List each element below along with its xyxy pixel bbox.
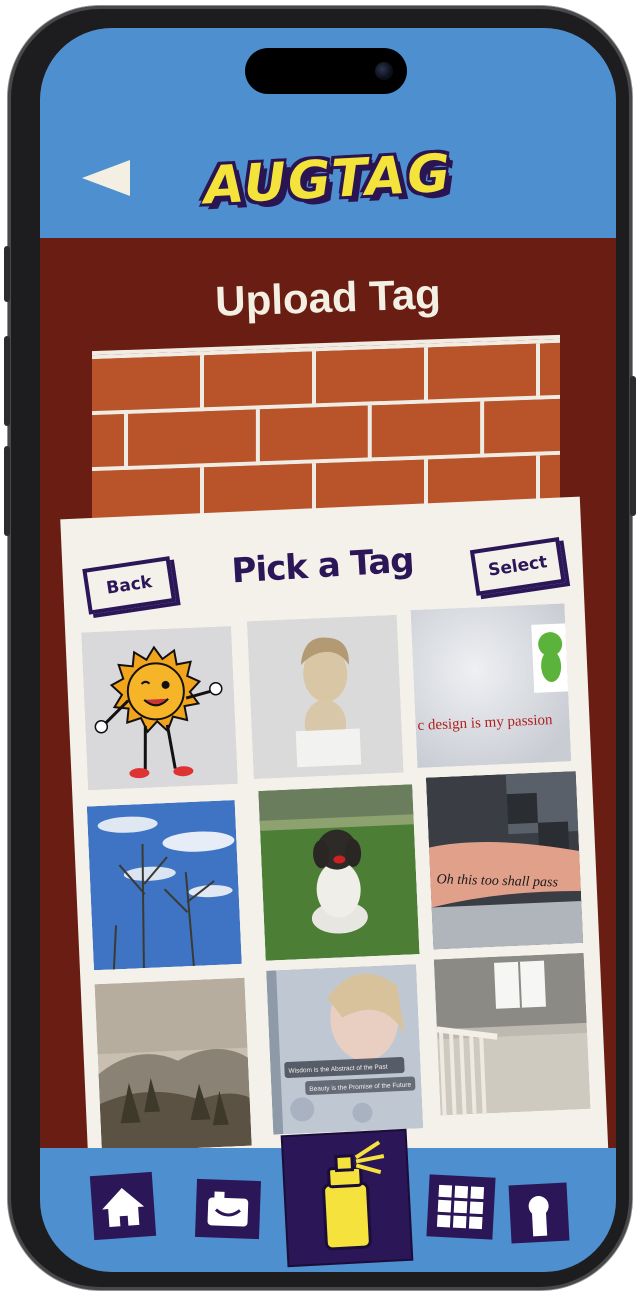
greek-bust-image [246,614,404,780]
picker-title: Pick a Tag [230,540,415,592]
back-arrow-icon[interactable] [82,160,130,196]
tag-tile-watercolor-landscape[interactable] [94,977,252,1153]
tag-tile-dog-lawn[interactable] [258,784,420,961]
tag-tile-greek-bust[interactable] [246,614,404,780]
app-logo: AUGTAG [202,143,454,217]
profile-icon [528,1196,549,1237]
tag-grid: c design is my passion Oh this too shall… [81,603,591,1153]
watercolor-landscape-image [94,977,252,1153]
tag-tile-porch-deck[interactable] [433,952,591,1116]
trees-sky-image [86,800,242,971]
tattoo-caption: Oh this too shall pass [436,872,558,890]
tag-tile-trees-sky[interactable] [86,800,242,971]
back-button[interactable]: Back [82,556,177,615]
silent-switch [4,246,10,302]
gallery-grid-icon [436,1184,485,1230]
dynamic-island [245,48,407,94]
camera-icon [207,1191,249,1227]
nav-camera-button[interactable] [195,1178,261,1240]
tag-tile-tattoo-arm[interactable]: Oh this too shall pass [425,771,584,950]
woman-poster-image: Wisdom is the Abstract of the Past Beaut… [266,964,424,1135]
bottom-nav [40,1130,616,1272]
power-button [630,376,636,516]
camera-lens-icon [375,62,393,80]
porch-deck-image [433,952,591,1116]
page-title: Upload Tag [214,270,442,325]
tattoo-arm-image: Oh this too shall pass [425,771,584,950]
design-passion-image: c design is my passion [410,603,572,768]
nav-profile-button[interactable] [508,1182,570,1244]
sun-cartoon-image [81,625,238,791]
spray-can-icon [322,1140,385,1251]
volume-down-button [4,446,10,536]
dog-lawn-image [258,784,420,961]
tag-tile-woman-poster[interactable]: Wisdom is the Abstract of the Past Beaut… [266,964,424,1135]
volume-up-button [4,336,10,426]
screen: AUGTAG Upload Tag Back Pick a Tag Select [40,28,616,1272]
main-content: Upload Tag Back Pick a Tag Select c desi… [40,238,616,1179]
tag-picker-panel: Back Pick a Tag Select c design is my pa… [60,496,609,1179]
tag-tile-sun-cartoon[interactable] [81,625,238,791]
nav-home-button[interactable] [89,1171,157,1241]
phone-frame: AUGTAG Upload Tag Back Pick a Tag Select [4,6,636,1290]
tag-tile-design-passion[interactable]: c design is my passion [410,603,572,768]
nav-gallery-button[interactable] [426,1174,496,1240]
home-icon [102,1188,145,1227]
nav-spray-button[interactable] [282,1130,412,1266]
select-button[interactable]: Select [469,537,566,596]
